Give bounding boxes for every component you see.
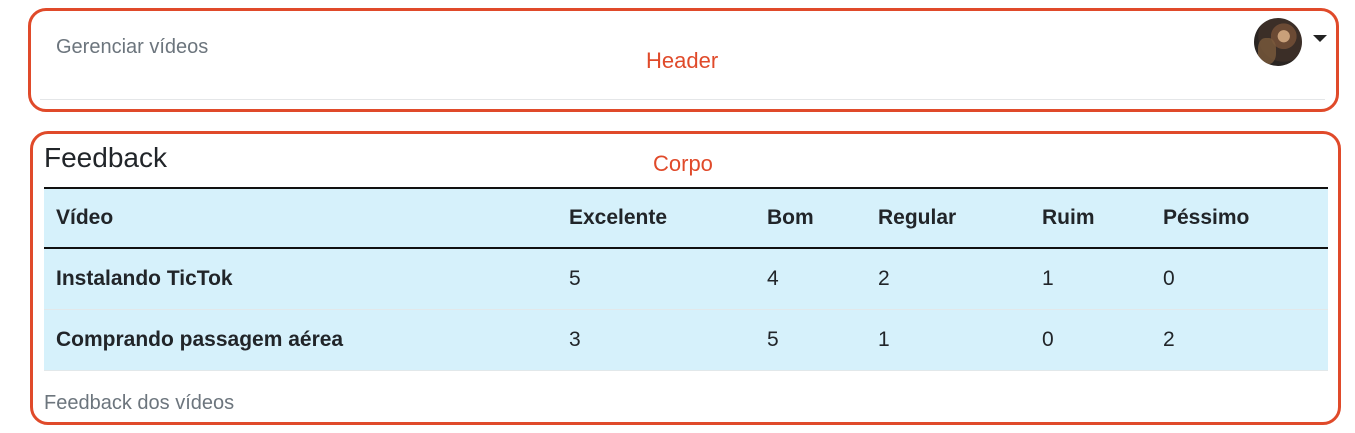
column-header-excelente: Excelente [569,206,668,229]
header-divider [40,99,1325,100]
header-annotation-label: Header [646,48,719,73]
column-header-video: Vídeo [56,206,114,229]
table-row: Instalando TicTok 5 4 2 1 0 [44,248,1328,309]
cell-excelente: 5 [569,266,581,290]
cell-pessimo: 0 [1163,266,1175,290]
column-header-bom: Bom [767,206,814,229]
user-avatar[interactable] [1254,18,1302,66]
cell-excelente: 3 [569,327,581,351]
cell-pessimo: 2 [1163,327,1175,351]
section-title: Feedback [44,142,167,173]
cell-regular: 2 [878,266,890,290]
body-annotation-label: Corpo [653,151,713,176]
cell-ruim: 1 [1042,266,1054,290]
table-caption: Feedback dos vídeos [44,392,235,414]
cell-bom: 4 [767,266,779,290]
cell-video: Comprando passagem aérea [56,327,344,351]
table-row: Comprando passagem aérea 3 5 1 0 2 [44,309,1328,370]
column-header-pessimo: Péssimo [1163,206,1250,229]
cell-regular: 1 [878,327,890,351]
cell-ruim: 0 [1042,327,1054,351]
page-title: Gerenciar vídeos [56,36,209,58]
table-header-row: Vídeo Excelente Bom Regular Ruim Péssimo [44,188,1328,248]
column-header-regular: Regular [878,206,957,229]
feedback-table: Vídeo Excelente Bom Regular Ruim Péssimo… [44,187,1328,371]
caret-down-icon[interactable] [1313,35,1327,42]
cell-bom: 5 [767,327,779,351]
column-header-ruim: Ruim [1042,206,1095,229]
cell-video: Instalando TicTok [56,266,233,290]
